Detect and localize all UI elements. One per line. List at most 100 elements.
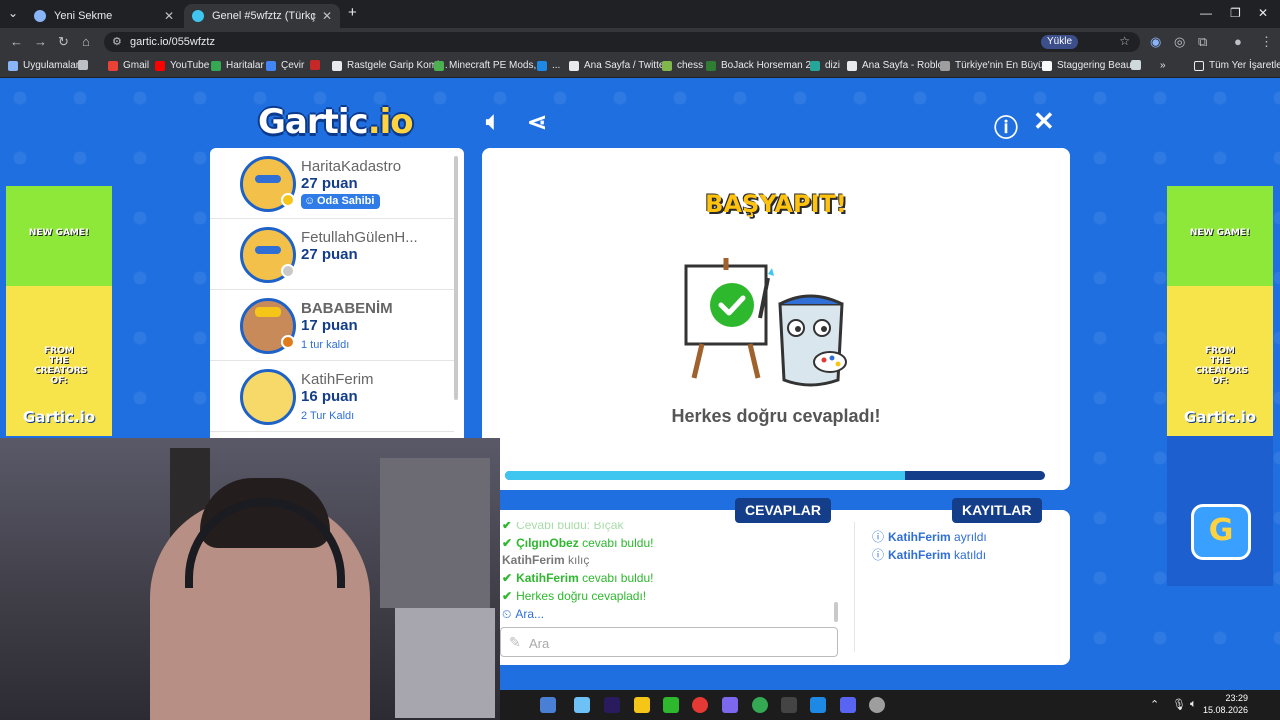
address-bar[interactable]: ⚙ gartic.io/055wfztz Yükle ☆ (104, 32, 1140, 52)
player-row[interactable]: KatihFerim 16 puan 2 Tur Kaldı (210, 361, 454, 432)
bookmark-apps[interactable]: Uygulamalar (8, 60, 79, 71)
log-message: ⓘ KatihFerim ayrıldı (872, 530, 987, 544)
room-owner-badge: Oda Sahibi (301, 194, 381, 209)
chrome-icon[interactable] (752, 697, 768, 713)
site-icon (706, 60, 716, 71)
chevron-up-icon[interactable]: ⌃ (1150, 698, 1159, 711)
star-icon[interactable]: ☆ (1119, 34, 1130, 48)
bookmark-twitter[interactable]: Ana Sayfa / Twitter (569, 60, 668, 71)
settings-icon[interactable] (869, 697, 885, 713)
bookmark-maps[interactable]: Haritalar (211, 60, 264, 71)
ad-banner-left[interactable]: NEW GAME! FROM THE CREATORS OF: Gartic.i… (6, 186, 112, 436)
ad-creators: FROM THE CREATORS OF: (34, 346, 88, 386)
tab-search-icon[interactable]: ⌄ (8, 6, 18, 20)
tab-title: Yeni Sekme (54, 10, 113, 22)
profile-avatar[interactable]: ● (1234, 34, 1242, 49)
app-icon[interactable] (781, 697, 797, 713)
all-bookmarks[interactable]: Tüm Yer İşaretleri (1194, 60, 1280, 71)
player-list: HaritaKadastro 27 puan Oda Sahibi Fetull… (210, 148, 464, 438)
forward-icon[interactable]: → (34, 34, 47, 49)
tab-new-tab[interactable]: Yeni Sekme ✕ (26, 4, 182, 28)
bookmark-minecraft[interactable]: Minecraft PE Mods,... (434, 60, 545, 71)
puzzle-icon[interactable]: ⧉ (1198, 34, 1207, 50)
bookmark-extra[interactable] (1131, 60, 1146, 70)
bookmark-rastgele[interactable]: Rastgele Garip Komi... (332, 60, 448, 71)
bookmark-translate[interactable]: Çevir (266, 60, 304, 71)
gartic-app-button[interactable]: G (1191, 504, 1251, 560)
gartic-favicon-icon (192, 10, 204, 22)
site-icon (1131, 60, 1141, 70)
ad-new-game: NEW GAME! (1189, 228, 1251, 238)
install-button[interactable]: Yükle (1040, 35, 1078, 49)
home-icon[interactable]: ⌂ (82, 34, 90, 49)
bookmark-dizi[interactable]: dizi (810, 60, 840, 71)
back-icon[interactable]: ← (10, 34, 23, 49)
volume-icon[interactable]: 🔈︎ (1190, 698, 1197, 711)
player-row[interactable]: BABABENİM 17 puan 1 tur kaldı (210, 290, 454, 361)
site-info-icon[interactable]: ⚙ (112, 35, 122, 48)
system-clock[interactable]: 23:29 15.08.2026 (1203, 692, 1248, 716)
player-name: BABABENİM (301, 300, 393, 317)
tab-logs[interactable]: KAYITLAR (952, 498, 1042, 523)
browser-toolbar: ← → ↻ ⌂ ⚙ gartic.io/055wfztz Yükle ☆ ◉ ◎… (0, 28, 1280, 56)
reload-icon[interactable]: ↻ (58, 34, 69, 50)
teams-icon[interactable] (722, 697, 738, 713)
masterpiece-illustration (684, 258, 847, 387)
bookmark-edge[interactable]: ... (537, 60, 560, 71)
bookmark-bojack[interactable]: BoJack Horseman 2... (706, 60, 819, 71)
player-row[interactable]: FetullahGülenH... 27 puan (210, 219, 454, 290)
close-icon[interactable]: ✕ (164, 9, 174, 23)
extension-icon[interactable]: ◉ (1150, 34, 1161, 50)
tab-answers[interactable]: CEVAPLAR (735, 498, 831, 523)
bookmark-roblox[interactable]: Ana Sayfa - Roblox (847, 60, 948, 71)
bookmark-grid[interactable] (78, 60, 93, 70)
apps-icon (8, 60, 18, 71)
maps-icon (211, 60, 221, 71)
folder-icon[interactable] (634, 697, 650, 713)
discord-icon[interactable] (840, 697, 856, 713)
ad-banner-right[interactable]: NEW GAME! FROM THE CREATORS OF: Gartic.i… (1167, 186, 1273, 586)
sound-icon[interactable]: 🔈︎ (486, 108, 500, 136)
minimize-icon[interactable]: — (1200, 6, 1212, 20)
player-name: HaritaKadastro (301, 158, 402, 175)
result-message: Herkes doğru cevapladı! (671, 406, 881, 426)
extension-icon[interactable]: ◎ (1174, 34, 1185, 50)
youtube-icon (155, 60, 165, 71)
copilot-icon[interactable] (574, 697, 590, 713)
panel-divider (854, 522, 855, 652)
answer-message: ✔ ÇılgınObez cevabı buldu! (502, 536, 654, 550)
close-icon[interactable]: ✕ (1033, 106, 1055, 137)
menu-icon[interactable]: ⋮ (1260, 34, 1273, 50)
microphone-icon[interactable]: 🎙︎ (1172, 698, 1186, 711)
answers-scrollbar[interactable] (834, 602, 838, 622)
answer-message: ✔ Cevabı buldu: Bıçak (502, 522, 624, 532)
turns-left: 2 Tur Kaldı (301, 410, 355, 422)
bookmark-youtube[interactable]: YouTube (155, 60, 209, 71)
taskbar: ⌃ 🎙︎ 🔈︎ 23:29 15.08.2026 (500, 690, 1280, 720)
speaker-icon[interactable]: ♪ (310, 9, 316, 23)
share-icon[interactable]: ⋖ (527, 108, 547, 137)
app-icon[interactable] (810, 697, 826, 713)
close-window-icon[interactable]: ✕ (1258, 6, 1268, 20)
tab-gartic[interactable]: Genel #5wfztz (Türkçe) - G ♪ ✕ (184, 4, 340, 28)
bookmark-gmail[interactable]: Gmail (108, 60, 149, 71)
answer-input[interactable]: ✎ Ara (500, 627, 838, 657)
opera-icon[interactable] (692, 697, 708, 713)
new-tab-button[interactable]: + (348, 4, 357, 21)
widgets-icon[interactable] (540, 697, 556, 713)
player-list-scrollbar[interactable] (454, 156, 458, 400)
premiere-icon[interactable] (604, 697, 620, 713)
info-icon[interactable]: ⓘ (994, 108, 1018, 143)
player-row[interactable]: HaritaKadastro 27 puan Oda Sahibi (210, 148, 454, 219)
answer-message: ✔ Herkes doğru cevapladı! (502, 589, 647, 603)
bookmark-chess[interactable]: chess (662, 60, 703, 71)
bookmarks-overflow-icon[interactable]: » (1160, 60, 1166, 71)
close-icon[interactable]: ✕ (322, 9, 332, 23)
ad-logo: Gartic.io (22, 408, 96, 426)
bookmark-red[interactable] (310, 60, 325, 70)
bookmark-staggering[interactable]: Staggering Beauty (1042, 60, 1139, 71)
shield-icon[interactable] (663, 697, 679, 713)
translate-icon (266, 60, 276, 71)
bookmark-turkiye[interactable]: Türkiye'nin En Büyü... (940, 60, 1052, 71)
restore-icon[interactable]: ❐ (1230, 6, 1241, 20)
